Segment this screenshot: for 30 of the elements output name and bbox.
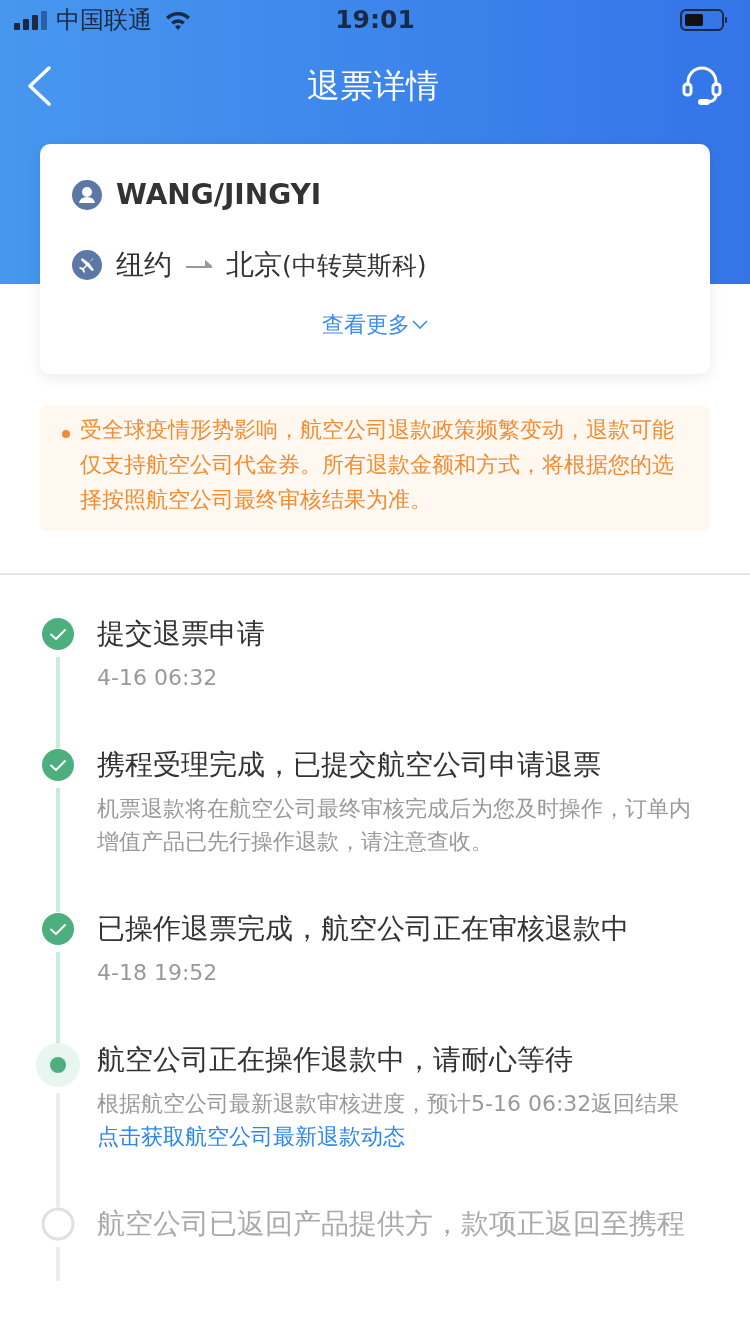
wifi-icon [164, 10, 192, 30]
page-title: 退票详情 [307, 65, 439, 108]
step-detail: 4-18 19:52 [97, 959, 219, 987]
signal-icon [14, 10, 48, 30]
step-title: 航空公司已返回产品提供方，款项正返回至携程 [97, 1207, 686, 1241]
step-detail: 根据航空公司最新退款审核进度，预计5-16 06:32返回结果 [97, 1090, 681, 1118]
step-detail: 4-16 06:32 [97, 664, 219, 692]
route-arrow-icon [186, 260, 212, 270]
check-circle-icon [41, 748, 75, 782]
battery-icon [680, 8, 728, 32]
step-detail: 机票退款将在航空公司最终审核完成后为您及时操作，订单内增值产品已先行操作退款，请注意查收。 [97, 795, 692, 856]
transit-note: (中转莫斯科) [282, 250, 427, 282]
step-title: 已操作退票完成，航空公司正在审核退款中 [97, 912, 630, 946]
refund-status-link[interactable]: 点击获取航空公司最新退款动态 [97, 1120, 709, 1153]
notice-text: 受全球疫情形势影响，航空公司退款政策频繁变动，退款可能仅支持航空公司代金券。所有退款金额和方式，将根据您的选择按照航空公司最终审核结果为准。 [80, 416, 675, 514]
step-title: 携程受理完成，已提交航空公司申请退票 [97, 748, 602, 782]
person-icon [72, 180, 102, 210]
origin-city: 纽约 [116, 247, 172, 283]
airplane-icon [72, 250, 102, 280]
passenger-name: WANG/JINGYI [116, 177, 322, 213]
current-dot-icon [36, 1043, 80, 1087]
step-title: 提交退票申请 [97, 617, 266, 651]
step-title: 航空公司正在操作退款中，请耐心等待 [97, 1043, 574, 1077]
carrier-text: 中国联通 [56, 5, 152, 36]
chevron-down-icon [412, 319, 428, 330]
destination-city: 北京 [226, 247, 282, 283]
check-circle-icon [41, 617, 75, 651]
view-more-link[interactable]: 查看更多 [322, 308, 428, 341]
clock-text: 19:01 [335, 4, 415, 37]
check-circle-icon [41, 912, 75, 946]
